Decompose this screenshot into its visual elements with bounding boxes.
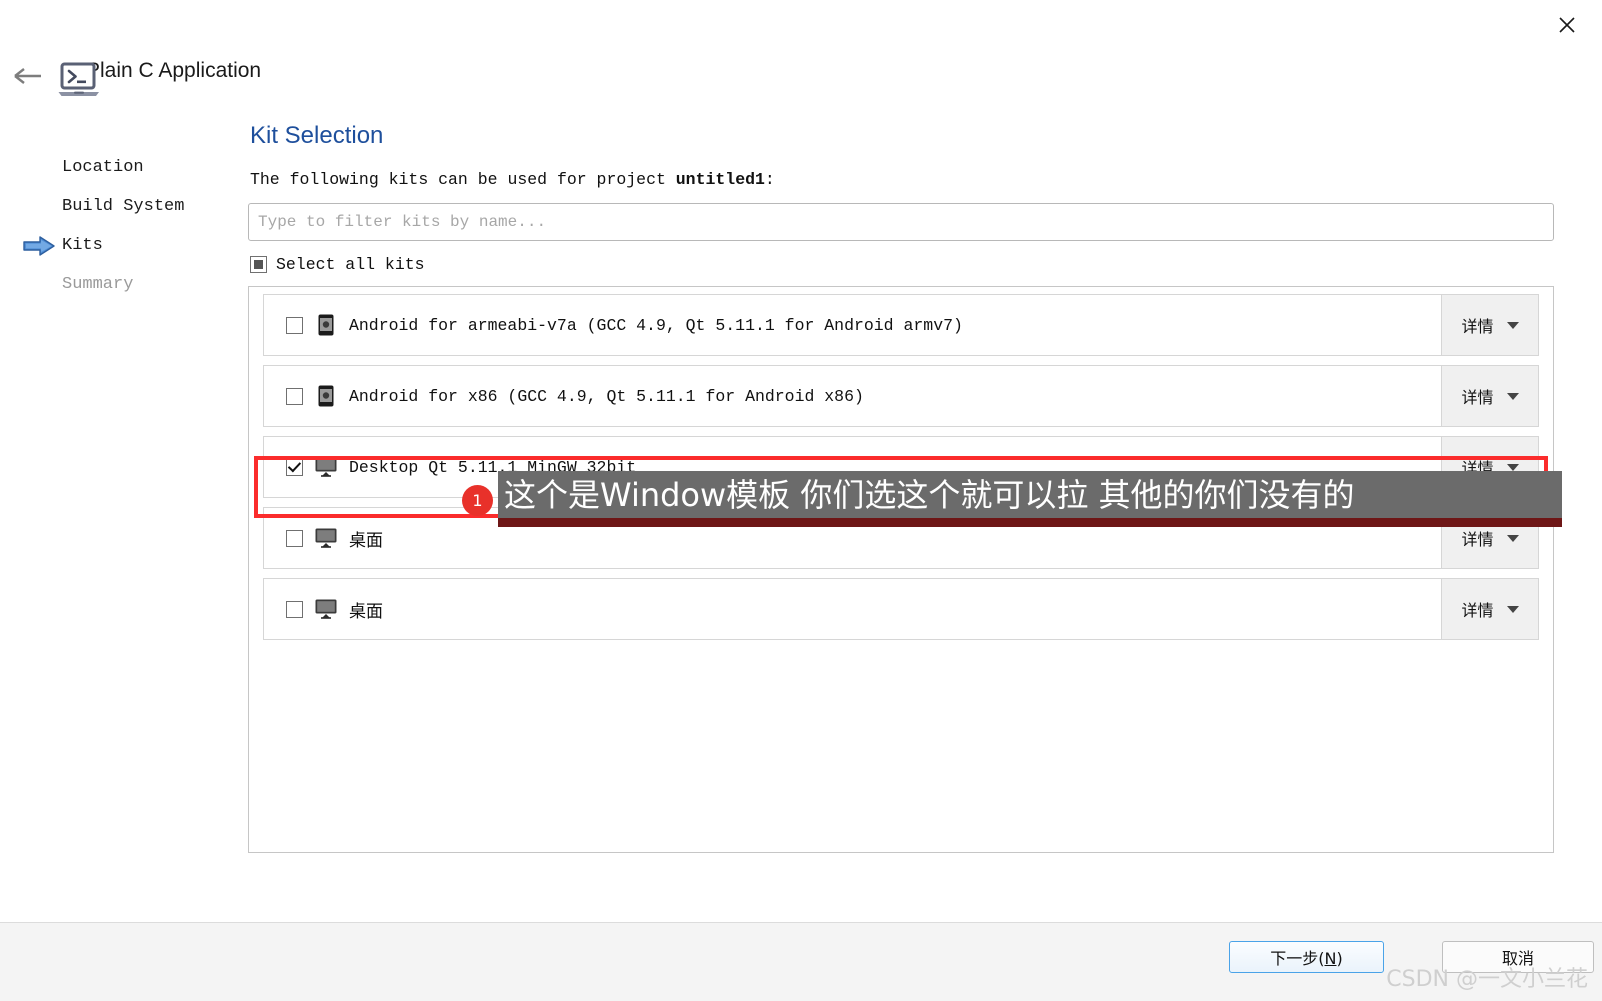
kit-checkbox[interactable]	[286, 316, 303, 334]
kit-name: Android for armeabi-v7a (GCC 4.9, Qt 5.1…	[349, 315, 963, 335]
table-row[interactable]: Android for armeabi-v7a (GCC 4.9, Qt 5.1…	[263, 294, 1539, 356]
kit-details-button[interactable]: 详情	[1441, 366, 1538, 426]
select-all-kits-checkbox[interactable]: Select all kits	[250, 255, 425, 274]
section-title: Kit Selection	[250, 122, 384, 149]
table-row[interactable]: 桌面 详情	[263, 578, 1539, 640]
sidebar-item-label: Location	[62, 158, 144, 177]
next-button-label: 下一步(N)	[1270, 949, 1343, 968]
watermark: CSDN @一文小兰花	[1386, 967, 1588, 992]
kit-details-label: 详情	[1461, 530, 1494, 549]
annotation-step-badge: 1	[462, 485, 493, 516]
chevron-down-icon	[1506, 392, 1519, 400]
next-button[interactable]: 下一步(N)	[1229, 941, 1384, 973]
kit-filter-input[interactable]	[248, 203, 1554, 241]
kit-details-label: 详情	[1461, 317, 1494, 336]
kit-list: Android for armeabi-v7a (GCC 4.9, Qt 5.1…	[248, 286, 1554, 853]
sidebar-item-kits[interactable]: Kits	[0, 226, 240, 265]
sidebar-item-label: Kits	[62, 236, 103, 255]
section-description: The following kits can be used for proje…	[250, 170, 1554, 189]
sidebar-item-label: Build System	[62, 197, 185, 216]
sidebar-item-label: Summary	[62, 275, 134, 294]
desktop-monitor-icon	[315, 598, 337, 620]
desktop-monitor-icon	[315, 456, 337, 478]
checkbox-indicator	[250, 256, 267, 273]
table-row[interactable]: Android for x86 (GCC 4.9, Qt 5.11.1 for …	[263, 365, 1539, 427]
kit-name: Android for x86 (GCC 4.9, Qt 5.11.1 for …	[349, 386, 864, 406]
sidebar-item-location[interactable]: Location	[0, 148, 240, 187]
dialog-footer: 下一步(N) 取消	[0, 923, 1602, 1001]
android-phone-icon	[315, 314, 337, 336]
chevron-down-icon	[1506, 463, 1519, 471]
kit-checkbox[interactable]	[286, 458, 303, 476]
sidebar-item-build-system[interactable]: Build System	[0, 187, 240, 226]
close-window-button[interactable]	[1546, 6, 1588, 44]
kit-checkbox[interactable]	[286, 387, 303, 405]
kit-details-label: 详情	[1461, 388, 1494, 407]
desktop-monitor-icon	[315, 527, 337, 549]
arrow-left-icon	[14, 68, 41, 84]
kit-checkbox[interactable]	[286, 529, 303, 547]
select-all-kits-label: Select all kits	[276, 255, 425, 274]
close-icon	[1559, 17, 1575, 33]
kit-checkbox[interactable]	[286, 600, 303, 618]
kit-details-label: 详情	[1461, 601, 1494, 620]
annotation-callout: 1 这个是Window模板 你们选这个就可以拉 其他的你们没有的	[462, 471, 1562, 527]
kit-details-button[interactable]: 详情	[1441, 579, 1538, 639]
back-button[interactable]	[10, 60, 46, 92]
kit-details-button[interactable]: 详情	[1441, 295, 1538, 355]
page-title: Plain C Application	[86, 59, 262, 82]
terminal-app-icon	[58, 62, 99, 96]
sidebar-item-summary[interactable]: Summary	[0, 265, 240, 304]
description-suffix: :	[764, 170, 775, 189]
chevron-down-icon	[1506, 605, 1519, 613]
project-name: untitled1	[675, 170, 765, 189]
android-phone-icon	[315, 385, 337, 407]
chevron-down-icon	[1506, 321, 1519, 329]
kit-name: 桌面	[349, 601, 383, 622]
kit-name: 桌面	[349, 530, 383, 551]
annotation-text: 这个是Window模板 你们选这个就可以拉 其他的你们没有的	[504, 475, 1355, 514]
description-prefix: The following kits can be used for proje…	[250, 170, 676, 189]
wizard-steps-sidebar: Location Build System Kits Summary	[0, 148, 240, 304]
current-step-arrow-icon	[23, 235, 55, 256]
chevron-down-icon	[1506, 534, 1519, 542]
